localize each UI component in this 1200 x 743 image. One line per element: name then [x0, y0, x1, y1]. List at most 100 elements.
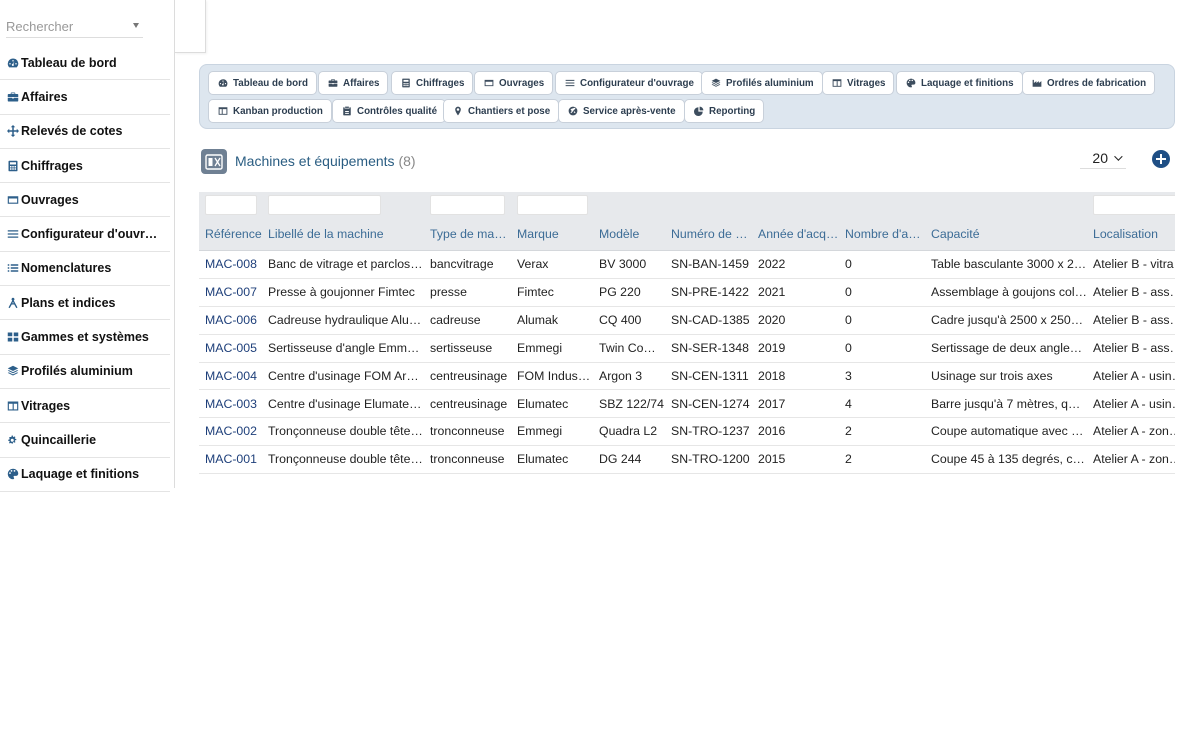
quicknav-contr-les-qualit-[interactable]: Contrôles qualité	[332, 99, 447, 123]
table-cell: Usinage sur trois axes	[931, 368, 1053, 383]
table-cell: Argon 3	[599, 368, 643, 383]
column-header[interactable]: Nombre d'axes	[839, 220, 925, 251]
column-filter-input[interactable]	[517, 195, 588, 215]
window-icon	[484, 78, 494, 88]
machine-icon	[201, 149, 227, 174]
reference-link[interactable]: MAC-003	[199, 391, 262, 418]
table-cell: 3	[845, 368, 852, 383]
table-cell: Emmegi	[517, 340, 563, 355]
table-cell: Centre d'usinage FOM Argon	[268, 368, 424, 383]
arrows-move-icon	[6, 125, 19, 138]
sidebar-item-vitrages[interactable]: Vitrages	[0, 389, 170, 424]
reference-link[interactable]: MAC-001	[199, 446, 262, 473]
sidebar-item-relev-s-de-cotes[interactable]: Relevés de cotes	[0, 115, 170, 149]
sidebar-nav: Tableau de bord Affaires Relevés de cotes C…	[0, 46, 170, 492]
table-cell: 0	[845, 257, 852, 271]
table-cell: 2017	[758, 396, 786, 411]
sidebar-item-laquage-et-finitions[interactable]: Laquage et finitions	[0, 458, 170, 492]
sidebar-item-chiffrages[interactable]: Chiffrages	[0, 149, 170, 184]
column-filter-input[interactable]	[430, 195, 505, 215]
quicknav-kanban-production[interactable]: Kanban production	[208, 99, 332, 123]
table-cell: 2	[845, 424, 852, 439]
column-header[interactable]: Année d'acquisition	[752, 220, 839, 251]
table-cell: Sertissage de deux angles simultanés	[931, 340, 1087, 355]
sidebar-item-tableau-de-bord[interactable]: Tableau de bord	[0, 46, 170, 81]
table-cell: SN-BAN-1459	[671, 257, 749, 271]
column-header[interactable]: Marque	[511, 220, 593, 251]
quicknav-configurateur-d-ouvrage[interactable]: Configurateur d'ouvrage	[555, 71, 703, 95]
quicknav-tableau-de-bord[interactable]: Tableau de bord	[208, 71, 317, 95]
column-header[interactable]: Modèle	[593, 220, 665, 251]
table-row[interactable]: MAC-005 Sertisseuse d'angle Emmegi Twin C…	[199, 334, 1175, 363]
table-cell: SN-SER-1348	[671, 340, 749, 355]
search-input[interactable]	[6, 14, 124, 38]
table-cell: DG 244	[599, 452, 642, 467]
table-row[interactable]: MAC-002 Tronçonneuse double tête Emmegi Q…	[199, 418, 1175, 447]
column-header[interactable]: Référence	[199, 220, 262, 251]
sidebar-item-nomenclatures[interactable]: Nomenclatures	[0, 252, 170, 287]
table-row[interactable]: MAC-008 Banc de vitrage et parclosage Ver…	[199, 251, 1175, 279]
table-cell: CQ 400	[599, 312, 642, 327]
column-header[interactable]: Localisation	[1087, 220, 1175, 251]
quicknav-affaires[interactable]: Affaires	[318, 71, 389, 95]
sidebar-item-gammes-et-syst-mes[interactable]: Gammes et systèmes	[0, 320, 170, 355]
table-cell: Elumatec	[517, 452, 569, 467]
quicknav-profil-s-aluminium[interactable]: Profilés aluminium	[701, 71, 823, 95]
table-cell: Atelier B - assemblage	[1093, 340, 1175, 355]
add-button[interactable]	[1152, 150, 1170, 168]
quicknav-ouvrages[interactable]: Ouvrages	[474, 71, 554, 95]
table-row[interactable]: MAC-004 Centre d'usinage FOM Argon centreu…	[199, 362, 1175, 391]
table-row[interactable]: MAC-003 Centre d'usinage Elumatec SBZ 122…	[199, 390, 1175, 419]
quicknav-label: Kanban production	[233, 105, 323, 117]
quicknav-chiffrages[interactable]: Chiffrages	[391, 71, 474, 95]
sidebar-item-plans-et-indices[interactable]: Plans et indices	[0, 286, 170, 321]
column-filter-input[interactable]	[205, 195, 257, 215]
table-cell: Quadra L2	[599, 424, 658, 439]
quicknav-vitrages[interactable]: Vitrages	[822, 71, 895, 95]
table-cell: Atelier A - zone de coupe	[1093, 424, 1175, 439]
quicknav-service-apr-s-vente[interactable]: Service après-vente	[558, 99, 685, 123]
page-size-select[interactable]: 20	[1080, 148, 1126, 169]
column-filter-input[interactable]	[1093, 195, 1175, 215]
column-header[interactable]: Libellé de la machine	[262, 220, 424, 251]
reference-link[interactable]: MAC-008	[199, 251, 262, 278]
sidebar-item-affaires[interactable]: Affaires	[0, 80, 170, 115]
sidebar-item-configurateur-d-ouvr[interactable]: Configurateur d'ouvr…	[0, 217, 170, 252]
sidebar-item-quincaillerie[interactable]: Quincaillerie	[0, 423, 170, 458]
quicknav-label: Configurateur d'ouvrage	[580, 77, 694, 89]
table-cell: 2019	[758, 340, 786, 355]
table-cell: 2020	[758, 312, 786, 327]
table-row[interactable]: MAC-006 Cadreuse hydraulique Alumak cadreu…	[199, 306, 1175, 335]
page-title: Machines et équipements (8)	[235, 153, 416, 169]
sidebar-item-label: Plans et indices	[21, 295, 116, 310]
column-header[interactable]: Type de machine	[424, 220, 511, 251]
quicknav-laquage-et-finitions[interactable]: Laquage et finitions	[896, 71, 1023, 95]
column-header[interactable]: Capacité	[925, 220, 1087, 251]
table-cell: presse	[430, 284, 467, 299]
quicknav-reporting[interactable]: Reporting	[684, 99, 765, 123]
quicknav-chantiers-et-pose[interactable]: Chantiers et pose	[443, 99, 560, 123]
palette-icon	[6, 468, 19, 481]
reference-link[interactable]: MAC-005	[199, 335, 262, 362]
reference-link[interactable]: MAC-007	[199, 279, 262, 306]
sidebar-item-ouvrages[interactable]: Ouvrages	[0, 183, 170, 218]
reference-link[interactable]: MAC-004	[199, 363, 262, 390]
reference-link[interactable]: MAC-006	[199, 307, 262, 334]
table-cell: centreusinage	[430, 368, 508, 383]
sidebar-item-label: Profilés aluminium	[21, 364, 133, 379]
quick-navigation: Tableau de bord Affaires Chiffrages Ouvrage…	[199, 64, 1175, 129]
search-box[interactable]	[6, 14, 143, 38]
palette-icon	[906, 78, 916, 88]
column-filter-input[interactable]	[268, 195, 381, 215]
quicknav-label: Tableau de bord	[233, 77, 308, 89]
reference-link[interactable]: MAC-002	[199, 418, 262, 445]
table-row[interactable]: MAC-007 Presse à goujonner Fimtec presse Fi…	[199, 278, 1175, 307]
quicknav-ordres-de-fabrication[interactable]: Ordres de fabrication	[1022, 71, 1156, 95]
sidebar-item-profil-s-aluminium[interactable]: Profilés aluminium	[0, 355, 170, 389]
chevron-down-icon[interactable]	[133, 23, 139, 28]
calculator-icon	[6, 159, 19, 172]
sidebar-item-label: Nomenclatures	[21, 261, 112, 276]
quicknav-label: Reporting	[709, 105, 756, 117]
column-header[interactable]: Numéro de série	[665, 220, 752, 251]
table-row[interactable]: MAC-001 Tronçonneuse double tête Elumatec…	[199, 446, 1175, 474]
